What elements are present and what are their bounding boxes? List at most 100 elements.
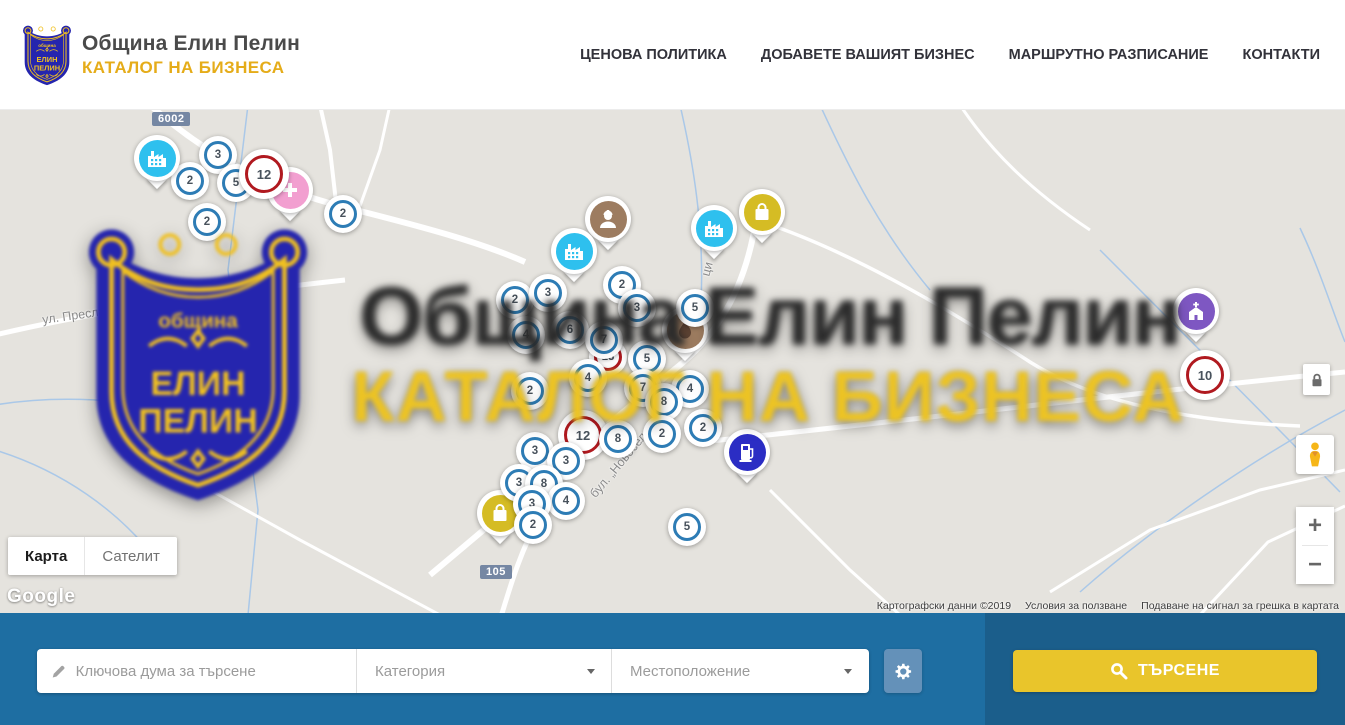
location-select[interactable]: Местоположение [612, 649, 868, 693]
cluster-count: 3 [623, 294, 651, 322]
attribution-report-link[interactable]: Подаване на сигнал за грешка в картата [1141, 600, 1339, 612]
cluster-marker[interactable]: 5 [668, 508, 706, 546]
pin-bubble [691, 205, 737, 251]
cluster-count: 8 [604, 425, 632, 453]
search-input-group: Категория Местоположение [37, 649, 869, 693]
cluster-count: 2 [193, 208, 221, 236]
page: община ЕЛИН ПЕЛИН Община Елин Пелин КАТА… [0, 0, 1345, 725]
crest-line2-text: ПЕЛИН [34, 63, 60, 72]
crest-top-text: община [38, 42, 56, 48]
factory-icon [696, 210, 733, 247]
google-logo[interactable]: Google [7, 586, 75, 608]
cluster-count: 2 [519, 511, 547, 539]
nav-item-route-schedule[interactable]: МАРШРУТНО РАЗПИСАНИЕ [1009, 47, 1209, 63]
gear-icon [894, 662, 913, 681]
map-type-map-button[interactable]: Карта [8, 537, 84, 575]
cluster-count: 2 [501, 286, 529, 314]
map-type-control: Карта Сателит [8, 537, 177, 575]
church-icon [1178, 293, 1215, 330]
factory-map-pin[interactable] [134, 135, 180, 193]
factory-icon [556, 233, 593, 270]
zoom-in-button[interactable]: + [1296, 507, 1334, 545]
cluster-marker[interactable]: 2 [643, 415, 681, 453]
advanced-search-button[interactable] [884, 649, 922, 693]
cluster-marker[interactable]: 2 [511, 372, 549, 410]
pin-bubble [739, 189, 785, 235]
category-select-value: Категория [375, 663, 445, 680]
cluster-count: 2 [176, 167, 204, 195]
header: община ЕЛИН ПЕЛИН Община Елин Пелин КАТА… [0, 0, 1345, 110]
lock-icon [1308, 371, 1326, 389]
map-attribution: Картографски данни ©2019 Условия за полз… [877, 600, 1339, 612]
cluster-count: 5 [681, 294, 709, 322]
cluster-count: 4 [574, 364, 602, 392]
location-select-value: Местоположение [630, 663, 750, 680]
road-number-badge: 105 [480, 565, 512, 579]
fuel-pump-icon [729, 434, 766, 471]
cluster-marker[interactable]: 8 [599, 420, 637, 458]
nav-item-contacts[interactable]: КОНТАКТИ [1242, 47, 1320, 63]
search-bar-right: ТЪРСЕНЕ [985, 613, 1345, 725]
brand[interactable]: община ЕЛИН ПЕЛИН Община Елин Пелин КАТА… [22, 24, 300, 86]
keyword-search-input[interactable] [76, 663, 346, 680]
search-submit-button[interactable]: ТЪРСЕНЕ [1013, 650, 1317, 692]
cluster-marker[interactable]: 6 [551, 311, 589, 349]
cluster-marker[interactable]: 4 [507, 316, 545, 354]
pin-bubble [1173, 288, 1219, 334]
cluster-marker[interactable]: 2 [496, 281, 534, 319]
cluster-count: 2 [648, 420, 676, 448]
map-canvas[interactable]: ул. Преславбул. „Новоселци6002105 [0, 110, 1345, 613]
cluster-count: 8 [650, 388, 678, 416]
cluster-marker[interactable]: 12 [239, 149, 289, 199]
cluster-marker[interactable]: 2 [324, 195, 362, 233]
factory-icon [139, 140, 176, 177]
zoom-control: + − [1296, 507, 1334, 584]
shopping-bag-icon [744, 194, 781, 231]
cluster-marker[interactable]: 2 [188, 203, 226, 241]
street-view-pegman-button[interactable] [1296, 435, 1334, 474]
pin-bubble [724, 429, 770, 475]
search-icon [1110, 662, 1128, 680]
keyword-field-wrap [37, 649, 357, 693]
attribution-terms-link[interactable]: Условия за ползване [1025, 600, 1127, 612]
cluster-count: 7 [590, 326, 618, 354]
crest-line1-text: ЕЛИН [37, 55, 58, 64]
factory-map-pin[interactable] [551, 228, 597, 286]
search-button-label: ТЪРСЕНЕ [1138, 662, 1220, 680]
cluster-count: 3 [521, 437, 549, 465]
cluster-marker[interactable]: 2 [684, 409, 722, 447]
cluster-marker[interactable]: 4 [569, 359, 607, 397]
cluster-marker[interactable]: 4 [547, 482, 585, 520]
site-subtitle: КАТАЛОГ НА БИЗНЕСА [82, 58, 300, 78]
category-select[interactable]: Категория [357, 649, 612, 693]
cluster-marker[interactable]: 5 [676, 289, 714, 327]
cluster-marker[interactable]: 2 [514, 506, 552, 544]
chevron-down-icon [844, 669, 852, 674]
cluster-count: 4 [512, 321, 540, 349]
cluster-marker[interactable]: 3 [618, 289, 656, 327]
site-title: Община Елин Пелин [82, 32, 300, 56]
nav-item-add-business[interactable]: ДОБАВЕТЕ ВАШИЯТ БИЗНЕС [761, 47, 975, 63]
church-map-pin[interactable] [1173, 288, 1219, 346]
nav-item-pricing[interactable]: ЦЕНОВА ПОЛИТИКА [580, 47, 727, 63]
chevron-down-icon [587, 669, 595, 674]
pin-bubble [551, 228, 597, 274]
factory-map-pin[interactable] [691, 205, 737, 263]
map-type-satellite-button[interactable]: Сателит [84, 537, 177, 575]
lock-button[interactable] [1303, 364, 1330, 395]
main-nav: ЦЕНОВА ПОЛИТИКА ДОБАВЕТЕ ВАШИЯТ БИЗНЕС М… [580, 47, 1320, 63]
road-number-badge: 6002 [152, 112, 190, 126]
pin-bubble [134, 135, 180, 181]
zoom-out-button[interactable]: − [1296, 546, 1334, 584]
cluster-count: 10 [1186, 356, 1224, 394]
cluster-count: 2 [329, 200, 357, 228]
pegman-icon [1305, 441, 1325, 468]
municipality-crest-logo-icon: община ЕЛИН ПЕЛИН [22, 24, 72, 86]
cluster-count: 2 [689, 414, 717, 442]
attribution-copyright: Картографски данни ©2019 [877, 600, 1011, 612]
search-bar: Категория Местоположение ТЪРСЕНЕ [0, 613, 1345, 725]
cluster-marker[interactable]: 10 [1180, 350, 1230, 400]
shopping-bag-map-pin[interactable] [739, 189, 785, 247]
fuel-pump-map-pin[interactable] [724, 429, 770, 487]
cluster-marker[interactable]: 7 [585, 321, 623, 359]
